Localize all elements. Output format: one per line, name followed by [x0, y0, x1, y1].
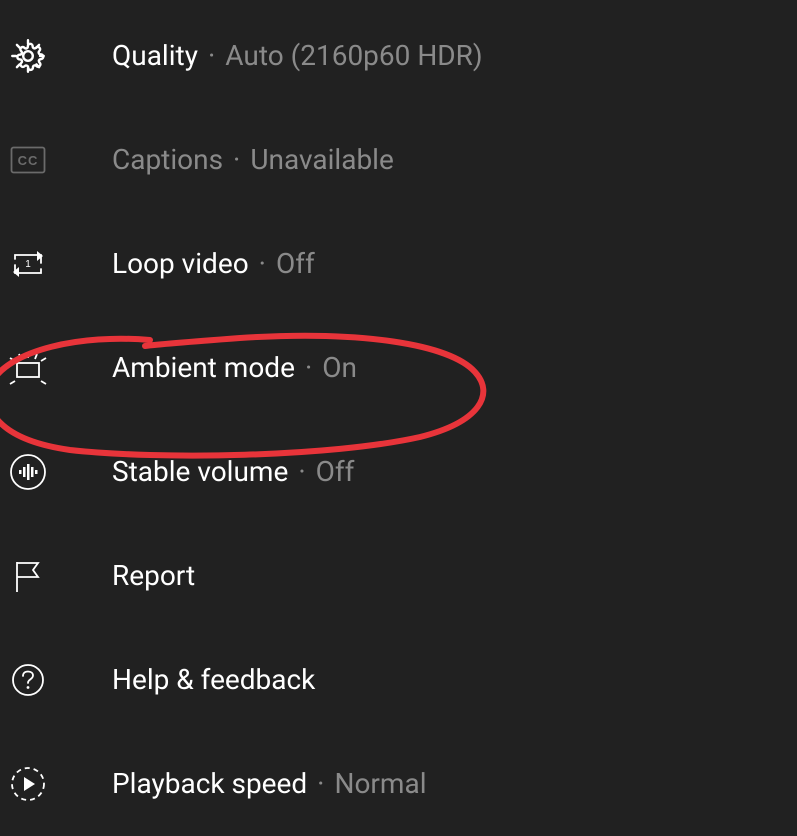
help-icon	[8, 660, 48, 700]
separator-dot: ·	[298, 455, 305, 489]
flag-icon	[8, 556, 48, 596]
menu-item-label-wrap: Captions · Unavailable	[112, 143, 394, 177]
menu-item-label-wrap: Ambient mode · On	[112, 351, 357, 385]
settings-menu: Quality · Auto (2160p60 HDR) CC Captions…	[0, 0, 797, 836]
ambient-label: Ambient mode	[112, 351, 295, 385]
loop-label: Loop video	[112, 247, 249, 281]
separator-dot: ·	[259, 247, 266, 281]
captions-label: Captions	[112, 143, 223, 177]
menu-item-quality[interactable]: Quality · Auto (2160p60 HDR)	[0, 4, 797, 108]
menu-item-ambient[interactable]: Ambient mode · On	[0, 316, 797, 420]
separator-dot: ·	[305, 351, 312, 385]
stable-volume-value: Off	[316, 455, 355, 489]
menu-item-stable-volume[interactable]: Stable volume · Off	[0, 420, 797, 524]
playback-speed-value: Normal	[334, 767, 426, 801]
separator-dot: ·	[317, 767, 324, 801]
help-label: Help & feedback	[112, 663, 315, 697]
menu-item-label-wrap: Stable volume · Off	[112, 455, 354, 489]
captions-icon: CC	[8, 140, 48, 180]
svg-text:CC: CC	[18, 153, 39, 168]
menu-item-label-wrap: Help & feedback	[112, 663, 315, 697]
menu-item-report[interactable]: Report	[0, 524, 797, 628]
ambient-icon	[8, 348, 48, 388]
menu-item-playback-speed[interactable]: Playback speed · Normal	[0, 732, 797, 836]
menu-item-label-wrap: Loop video · Off	[112, 247, 315, 281]
loop-icon: 1	[8, 244, 48, 284]
report-label: Report	[112, 559, 195, 593]
stable-volume-icon	[8, 452, 48, 492]
gear-icon	[8, 36, 48, 76]
menu-item-label-wrap: Playback speed · Normal	[112, 767, 427, 801]
svg-text:1: 1	[25, 259, 31, 270]
captions-value: Unavailable	[250, 143, 393, 177]
separator-dot: ·	[208, 39, 215, 73]
playback-speed-icon	[8, 764, 48, 804]
menu-item-label-wrap: Quality · Auto (2160p60 HDR)	[112, 39, 483, 73]
playback-speed-label: Playback speed	[112, 767, 307, 801]
separator-dot: ·	[233, 143, 240, 177]
stable-volume-label: Stable volume	[112, 455, 288, 489]
menu-item-captions: CC Captions · Unavailable	[0, 108, 797, 212]
menu-item-loop[interactable]: 1 Loop video · Off	[0, 212, 797, 316]
menu-item-label-wrap: Report	[112, 559, 195, 593]
quality-value: Auto (2160p60 HDR)	[225, 39, 482, 73]
ambient-value: On	[322, 351, 357, 385]
loop-value: Off	[276, 247, 315, 281]
quality-label: Quality	[112, 39, 198, 73]
menu-item-help[interactable]: Help & feedback	[0, 628, 797, 732]
